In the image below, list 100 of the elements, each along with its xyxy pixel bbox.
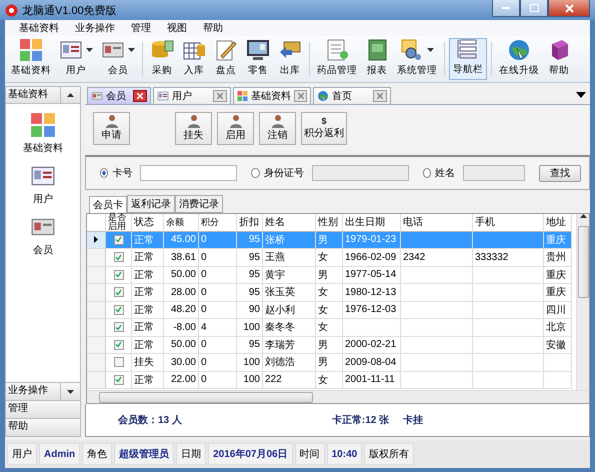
- toolbar-button[interactable]: 会员: [98, 38, 138, 80]
- column-header[interactable]: 状态: [132, 214, 164, 232]
- input-field[interactable]: [140, 165, 238, 181]
- toolbar-button[interactable]: 盘点: [211, 38, 241, 80]
- close-tab-icon[interactable]: [133, 90, 147, 102]
- sidebar-section[interactable]: 管理: [6, 401, 80, 418]
- tab[interactable]: 首页: [313, 87, 391, 104]
- column-header[interactable]: 地址: [544, 214, 572, 232]
- menu-item[interactable]: 基础资料: [11, 21, 67, 35]
- checkbox[interactable]: [114, 374, 124, 385]
- checkbox[interactable]: [114, 270, 124, 280]
- column-header[interactable]: 电话: [401, 214, 473, 232]
- table-cell: 重庆: [544, 232, 572, 249]
- table-cell: [473, 354, 544, 372]
- table-cell: [473, 372, 544, 389]
- table-cell: [473, 336, 544, 354]
- vertical-scrollbar[interactable]: [576, 214, 589, 390]
- tab[interactable]: 用户: [153, 87, 231, 104]
- maximize-button[interactable]: [520, 0, 548, 17]
- table-cell: 38.61: [164, 249, 199, 266]
- action-button[interactable]: 启用: [217, 112, 254, 144]
- action-button[interactable]: $ 积分返利: [301, 112, 347, 144]
- checkbox[interactable]: [114, 252, 124, 262]
- check-icon: [115, 341, 122, 348]
- menu-item[interactable]: 视图: [159, 21, 195, 35]
- table-cell: 男: [316, 266, 343, 284]
- column-header[interactable]: 是否启用: [106, 214, 132, 232]
- radio-button[interactable]: [100, 168, 108, 178]
- checkbox[interactable]: [114, 340, 124, 350]
- sidebar-item[interactable]: 用户: [6, 155, 80, 206]
- toolbar-button[interactable]: 药品管理: [314, 38, 360, 80]
- status-value: Admin: [39, 443, 80, 465]
- table-cell: [473, 266, 544, 284]
- tab[interactable]: 基础资料: [233, 87, 311, 104]
- checkbox[interactable]: [114, 304, 124, 315]
- toolbar-button[interactable]: 基础资料: [8, 38, 54, 80]
- menu-item[interactable]: 业务操作: [67, 21, 123, 35]
- person-icon: [228, 114, 242, 128]
- table-cell: 黄宇: [263, 266, 316, 284]
- checkbox[interactable]: [114, 322, 124, 332]
- toolbar-button[interactable]: 帮助: [544, 38, 574, 80]
- checkbox[interactable]: [114, 287, 124, 298]
- caret-icon: [67, 93, 74, 97]
- column-header[interactable]: 余额: [164, 214, 199, 232]
- tab[interactable]: 会员: [87, 87, 151, 104]
- toolbar-button[interactable]: 用户: [56, 38, 96, 80]
- toolbar-button[interactable]: 在线升级: [496, 38, 542, 80]
- caret-icon[interactable]: [86, 48, 93, 52]
- toolbar-button[interactable]: 入库: [179, 38, 209, 80]
- table-cell: 正常: [132, 284, 164, 302]
- column-header[interactable]: 积分: [199, 214, 237, 232]
- input-field[interactable]: [463, 165, 526, 181]
- column-header[interactable]: 出生日期: [343, 214, 401, 232]
- menu-item[interactable]: 管理: [123, 21, 159, 35]
- tab[interactable]: 返利记录: [127, 195, 175, 213]
- id-card-icon: [157, 90, 169, 102]
- input-field[interactable]: [312, 165, 409, 181]
- column-header[interactable]: 手机: [473, 214, 544, 232]
- caret-icon[interactable]: [427, 48, 434, 52]
- toolbar-button[interactable]: 采购: [147, 38, 177, 80]
- check-icon: [115, 271, 122, 278]
- caret-icon[interactable]: [128, 48, 135, 52]
- close-button[interactable]: [548, 0, 590, 17]
- action-button[interactable]: 挂失: [175, 112, 212, 144]
- table-cell: -8.00: [164, 319, 199, 336]
- person-icon: [104, 114, 118, 128]
- action-button[interactable]: 注销: [259, 112, 296, 144]
- minimize-button[interactable]: [492, 0, 520, 17]
- table-cell: 28.00: [164, 284, 199, 302]
- horizontal-scrollbar[interactable]: [87, 390, 589, 403]
- sidebar-item[interactable]: 基础资料: [6, 104, 80, 155]
- toolbar-button[interactable]: 出库: [275, 38, 305, 80]
- radio-button[interactable]: [251, 168, 260, 178]
- checkbox[interactable]: [114, 357, 124, 368]
- row-pointer-icon: [94, 236, 98, 244]
- table-cell: 1980-12-13: [343, 284, 401, 302]
- toolbar-button[interactable]: 导航栏: [449, 38, 487, 80]
- column-header[interactable]: 姓名: [263, 214, 316, 232]
- tab[interactable]: 会员卡: [89, 196, 127, 213]
- column-header[interactable]: 折扣: [237, 214, 263, 232]
- toolbar-button[interactable]: 零售: [243, 38, 273, 80]
- sidebar-item[interactable]: 会员: [6, 206, 80, 257]
- summary-text: 会员数：13 人: [118, 414, 182, 427]
- check-icon: [115, 288, 122, 296]
- tab[interactable]: 消费记录: [175, 195, 223, 213]
- sidebar-section[interactable]: 帮助: [6, 419, 80, 436]
- radio-button[interactable]: [422, 168, 432, 178]
- column-header[interactable]: 性别: [316, 214, 343, 232]
- caret-icon: [67, 390, 74, 394]
- row-header[interactable]: [87, 232, 106, 249]
- table-cell: [401, 354, 473, 372]
- menu-item[interactable]: 帮助: [195, 21, 231, 35]
- toolbar-button[interactable]: 报表: [362, 38, 392, 80]
- toolbar-button[interactable]: 系统管理: [394, 38, 440, 80]
- find-button[interactable]: 查找: [539, 164, 581, 182]
- table-cell: 0: [199, 284, 237, 302]
- checkbox[interactable]: [114, 234, 124, 245]
- action-button[interactable]: 申请: [93, 112, 130, 144]
- dropdown-icon[interactable]: [576, 92, 586, 98]
- table-cell: 正常: [132, 232, 164, 249]
